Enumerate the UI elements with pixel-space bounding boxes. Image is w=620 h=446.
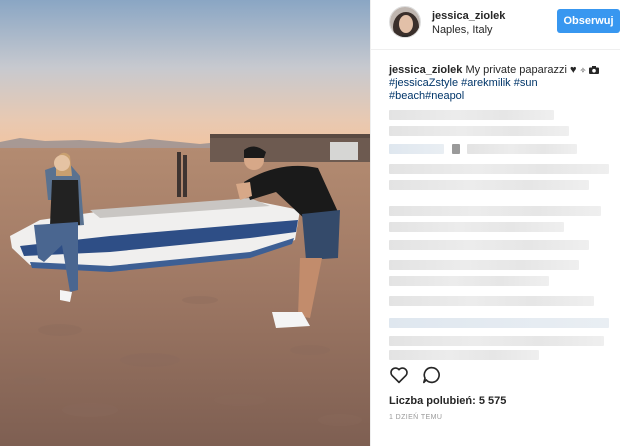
header-username[interactable]: jessica_ziolek: [432, 10, 505, 22]
comment-line: [389, 206, 601, 216]
heart-icon[interactable]: [389, 366, 409, 389]
beach-photo: [0, 0, 370, 446]
hashtag-neapol[interactable]: #neapol: [425, 90, 464, 102]
hashtag-arekmilik[interactable]: #arekmilik: [461, 77, 511, 89]
post-actions: [389, 366, 451, 388]
comment-line: [389, 276, 549, 286]
post-header: jessica_ziolek Naples, Italy Obserwuj: [371, 0, 620, 50]
comment-line: [389, 180, 589, 190]
comment-line: [389, 240, 589, 250]
user-avatar-image: [390, 7, 420, 37]
hashtag-beach[interactable]: #beach: [389, 90, 425, 102]
hashtag-jessicazstyle[interactable]: #jessicaZstyle: [389, 77, 458, 89]
sparkle-emoji-icon: ✧: [579, 66, 587, 75]
caption-username[interactable]: jessica_ziolek: [389, 64, 462, 76]
caption: jessica_ziolek My private paparazzi ♥ ✧ …: [389, 64, 614, 103]
post-timestamp[interactable]: 1 DZIEŃ TEMU: [389, 414, 442, 421]
comment-icon[interactable]: [422, 366, 442, 389]
comment-line: [389, 296, 594, 306]
comment-line: [389, 350, 539, 360]
comment-line: [389, 144, 444, 154]
location-link[interactable]: Naples, Italy: [432, 24, 493, 36]
comment-line: [389, 164, 609, 174]
camera-emoji-icon: [589, 64, 600, 76]
caption-text: My private paparazzi: [462, 64, 570, 76]
heart-emoji: ♥: [570, 64, 577, 76]
post-sidebar: jessica_ziolek Naples, Italy Obserwuj je…: [370, 0, 620, 446]
comment-line: [389, 222, 564, 232]
comment-line: [389, 336, 604, 346]
instagram-post: jessica_ziolek Naples, Italy Obserwuj je…: [0, 0, 620, 446]
avatar[interactable]: [389, 6, 421, 38]
comment-line: [389, 110, 554, 120]
follow-button[interactable]: Obserwuj: [557, 9, 620, 33]
comment-line: [452, 144, 460, 154]
post-photo[interactable]: [0, 0, 370, 446]
comment-line: [467, 144, 577, 154]
comment-line: [389, 318, 609, 328]
likes-count[interactable]: Liczba polubień: 5 575: [389, 395, 506, 407]
comment-line: [389, 260, 579, 270]
comment-line: [389, 126, 569, 136]
hashtag-sun[interactable]: #sun: [514, 77, 538, 89]
comments-list-pixelated: [389, 110, 615, 360]
